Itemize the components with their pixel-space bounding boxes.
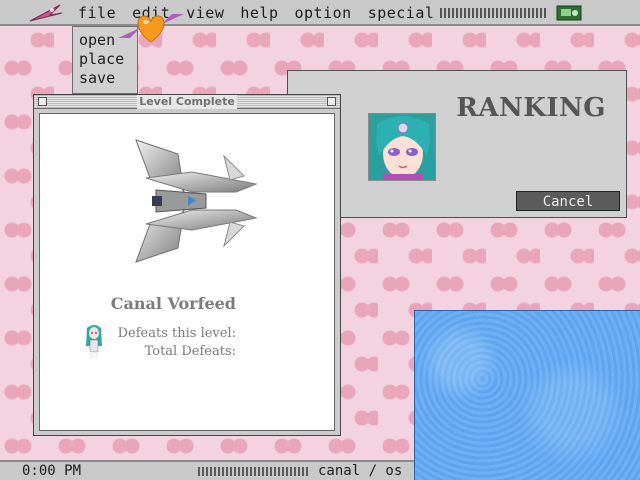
cancel-button[interactable]: Cancel (516, 191, 620, 211)
character-portrait (368, 113, 436, 181)
level-complete-window: Level Complete Canal Vorfeed Defeats thi… (33, 94, 341, 436)
total-defeats-label: Total Defeats: (144, 344, 236, 359)
menu-bar: file edit view help option special (0, 0, 640, 26)
activity-meter (440, 8, 548, 18)
level-complete-content: Canal Vorfeed Defeats this level: Total … (39, 113, 335, 431)
window-zoom-box[interactable] (327, 97, 336, 106)
window-titlebar[interactable]: Level Complete (34, 95, 340, 109)
blue-texture-panel (414, 310, 640, 480)
menu-item-place[interactable]: place (79, 50, 137, 69)
menu-help[interactable]: help (240, 4, 278, 22)
menu-file[interactable]: file (78, 4, 116, 22)
menu-option[interactable]: option (295, 4, 352, 22)
ranking-title: RANKING (456, 93, 606, 123)
portrait-image (369, 114, 435, 180)
menu-special[interactable]: special (368, 4, 435, 22)
defeats-this-level-label: Defeats this level: (117, 326, 236, 341)
clock: 0:00 PM (22, 463, 82, 479)
window-title: Level Complete (137, 95, 237, 109)
window-close-box[interactable] (38, 97, 47, 106)
menu-view[interactable]: view (186, 4, 224, 22)
enemy-ship-image (135, 139, 258, 263)
heart-cursor-icon (118, 14, 184, 43)
green-network-icon[interactable] (556, 5, 582, 21)
system-label: canal / os (318, 463, 403, 479)
status-bar: 0:00 PM canal / os (0, 460, 414, 480)
enemy-name: Canal Vorfeed (110, 294, 236, 313)
pink-pennant-logo-icon[interactable] (28, 3, 64, 23)
status-meter (198, 467, 310, 476)
menu-item-save[interactable]: save (79, 69, 137, 88)
